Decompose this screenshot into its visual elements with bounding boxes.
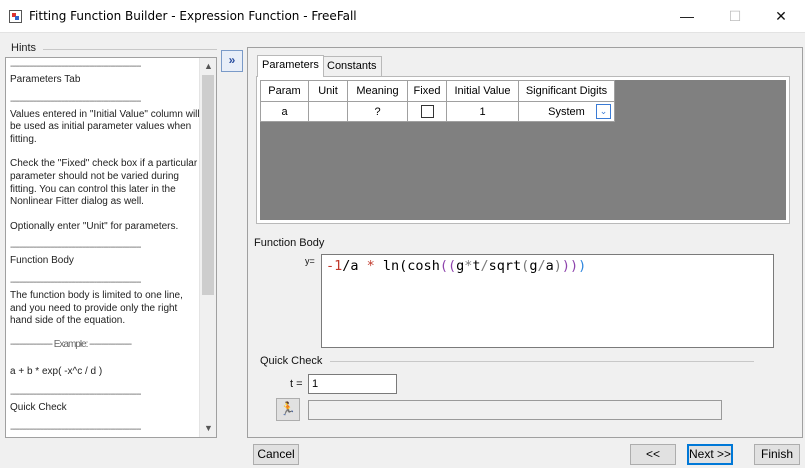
expr-token: )	[553, 258, 562, 274]
t-label: t =	[290, 378, 303, 390]
cell-initial-value[interactable]: 1	[446, 101, 519, 122]
collapse-hints-button[interactable]: »	[221, 50, 243, 72]
hints-function-body-text: The function body is limited to one line…	[10, 289, 183, 327]
hints-example-expression: a + b * exp( -x^c / d )	[10, 365, 103, 377]
cancel-button[interactable]: Cancel	[253, 444, 299, 465]
hints-params-text-2: Check the "Fixed" check box if a particu…	[10, 158, 198, 208]
t-input[interactable]	[308, 374, 397, 394]
column-header-initial-value[interactable]: Initial Value	[446, 80, 519, 102]
scroll-thumb[interactable]	[202, 75, 214, 295]
hints-panel[interactable]: ----------------------------------------…	[5, 57, 217, 438]
expr-token: ))	[561, 258, 579, 274]
minimize-button[interactable]: —	[664, 0, 710, 33]
expr-token: ln(cosh	[382, 258, 440, 274]
scroll-down-icon[interactable]: ▼	[200, 420, 216, 437]
quick-check-label: Quick Check	[260, 355, 323, 367]
tab-parameters[interactable]: Parameters	[257, 55, 324, 77]
cell-meaning[interactable]: ?	[347, 101, 408, 122]
column-header-param[interactable]: Param	[260, 80, 309, 102]
significant-digits-value: System	[548, 105, 585, 118]
cell-fixed	[407, 101, 447, 122]
expr-token: )	[578, 258, 587, 274]
finish-button[interactable]: Finish	[754, 444, 800, 465]
expr-token: sqrt	[488, 258, 522, 274]
y-equals-label: y=	[305, 256, 315, 266]
expr-token: ((	[439, 258, 457, 274]
next-button[interactable]: Next >>	[687, 444, 733, 465]
run-icon[interactable]: 🏃	[276, 398, 300, 421]
hints-separator: ----------------------------------------…	[10, 424, 141, 435]
table-row: a ? 1 System ⌄	[260, 101, 615, 122]
hints-divider	[43, 49, 217, 50]
quick-check-divider	[330, 361, 754, 362]
column-header-fixed[interactable]: Fixed	[407, 80, 447, 102]
hints-quick-check-title: Quick Check	[10, 402, 67, 414]
expr-token: a	[545, 258, 554, 274]
title-bar: Fitting Function Builder - Expression Fu…	[0, 0, 805, 33]
parameters-table: Param Unit Meaning Fixed Initial Value S…	[260, 80, 615, 122]
expr-token: *	[366, 258, 383, 274]
hints-separator: ----------------------------------------…	[10, 62, 141, 72]
hints-example-header: ------------------ Example: ------------…	[10, 339, 132, 350]
close-button[interactable]: ✕	[758, 0, 804, 33]
hints-separator: ----------------------------------------…	[10, 243, 141, 254]
scroll-up-icon[interactable]: ▲	[200, 58, 216, 75]
column-header-meaning[interactable]: Meaning	[347, 80, 408, 102]
expr-token: g	[456, 258, 465, 274]
maximize-button: ☐	[728, 8, 742, 24]
function-body-editor[interactable]: -1/a * ln(cosh((g*t/sqrt(g/a))))	[321, 254, 774, 348]
table-header-row: Param Unit Meaning Fixed Initial Value S…	[260, 80, 615, 102]
hints-separator: ----------------------------------------…	[10, 96, 141, 107]
expr-token: t	[472, 258, 481, 274]
hints-content: ----------------------------------------…	[10, 62, 201, 437]
cell-significant-digits[interactable]: System ⌄	[518, 101, 615, 122]
hints-params-text-3: Optionally enter "Unit" for parameters.	[10, 220, 179, 232]
window-title: Fitting Function Builder - Expression Fu…	[29, 9, 357, 23]
fixed-checkbox[interactable]	[420, 105, 434, 118]
hints-params-title: Parameters Tab	[10, 74, 81, 85]
hints-function-body-title: Function Body	[10, 255, 74, 267]
chevron-down-icon[interactable]: ⌄	[596, 104, 611, 119]
hints-separator: ----------------------------------------…	[10, 277, 141, 288]
expr-token: /a	[342, 258, 367, 274]
column-header-unit[interactable]: Unit	[308, 80, 348, 102]
function-body-label: Function Body	[254, 237, 325, 249]
tab-constants[interactable]: Constants	[322, 56, 382, 76]
hints-scrollbar[interactable]: ▲ ▼	[199, 58, 216, 437]
quick-check-result	[308, 400, 722, 420]
column-header-significant-digits[interactable]: Significant Digits	[518, 80, 615, 102]
hints-params-text-1: Values entered in "Initial Value" column…	[10, 108, 200, 145]
cell-unit[interactable]	[308, 101, 348, 122]
back-button[interactable]: << Back	[630, 444, 676, 468]
expr-token: /	[537, 258, 546, 274]
expr-token: -1	[326, 258, 343, 274]
hints-separator: ----------------------------------------…	[10, 390, 141, 401]
expr-token: /	[480, 258, 489, 274]
cell-param[interactable]: a	[260, 101, 309, 122]
hints-legend: Hints	[11, 42, 40, 54]
app-icon	[9, 10, 22, 23]
hints-group: Hints ----------------------------------…	[5, 42, 217, 438]
